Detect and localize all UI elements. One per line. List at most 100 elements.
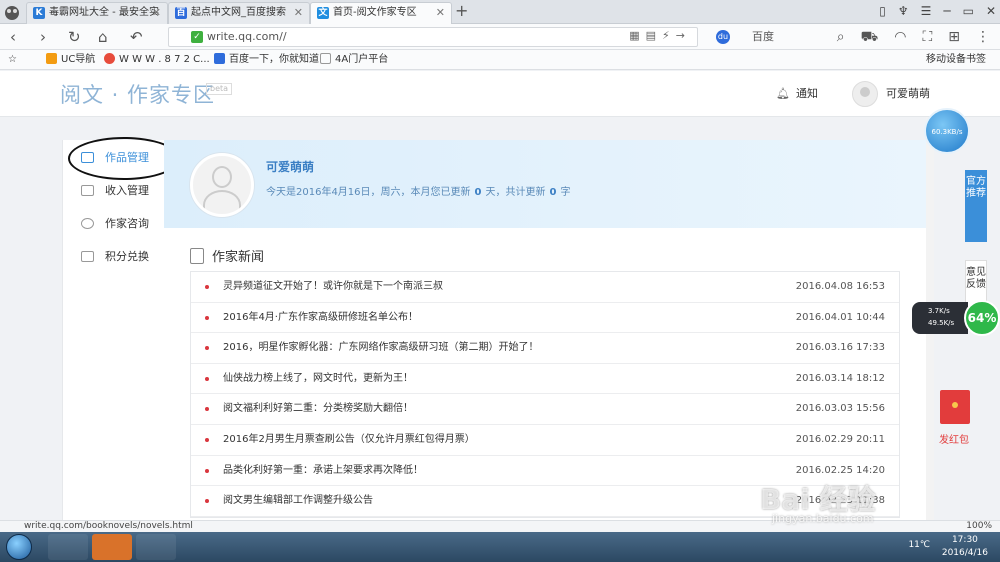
news-item-title[interactable]: 阅文福利利好第二重：分类榜奖励大翻倍！	[223, 394, 413, 424]
bookmark-label: W W W . 8 7 2 C...	[119, 54, 210, 65]
notify-link[interactable]: 🔔︎ 通知	[776, 85, 818, 101]
close-tab-icon[interactable]: ✕	[152, 3, 161, 23]
gift-icon	[81, 251, 94, 262]
minimize-icon[interactable]: ─	[943, 2, 950, 20]
forward-icon[interactable]: ›	[40, 27, 46, 47]
back-icon[interactable]: ‹	[10, 27, 16, 47]
profile-avatar[interactable]	[190, 153, 254, 217]
url-text[interactable]: write.qq.com//	[207, 30, 287, 43]
search-icon[interactable]: ⌕	[837, 27, 845, 47]
news-item-title[interactable]: 仙侠战力榜上线了，网文时代，更新为王！	[223, 364, 413, 394]
official-recommend-tab[interactable]: 官方推荐	[965, 170, 987, 242]
list-item[interactable]: 2016，明星作家孵化器：广东网络作家高级研习班（第二期）开始了！ 2016.03…	[191, 333, 899, 364]
search-engine-box[interactable]: du 百度	[712, 27, 847, 47]
clock-date: 2016/4/16	[941, 548, 988, 558]
address-bar[interactable]: ✓ write.qq.com// ▦▤⚡→	[168, 27, 698, 47]
bullet-icon	[205, 285, 209, 289]
clock-time: 17:30	[951, 535, 978, 545]
undo-close-icon[interactable]: ↶	[130, 27, 143, 47]
sidebar-item-works[interactable]: 作品管理	[63, 146, 165, 170]
bookmark-872c[interactable]: W W W . 8 7 2 C...	[104, 50, 210, 69]
site-logo[interactable]: 阅文 · 作家专区	[60, 79, 215, 109]
page-icon	[320, 53, 331, 64]
uc-nav-icon	[46, 53, 57, 64]
tab-baidu-search[interactable]: 百 起点中文网_百度搜索 ✕	[168, 2, 310, 24]
maximize-icon[interactable]: ▭	[963, 2, 974, 20]
network-monitor[interactable]: 3.7K/s 49.5K/s 64%	[912, 300, 1000, 336]
red-packet-label[interactable]: 发红包	[939, 431, 969, 446]
list-item[interactable]: 2016年2月男生月票查刷公告（仅允许月票红包得月票） 2016.02.29 20…	[191, 425, 899, 456]
header-username: 可爱萌萌	[886, 87, 930, 100]
red-packet-icon[interactable]	[940, 390, 970, 424]
list-item[interactable]: 仙侠战力榜上线了，网文时代，更新为王！ 2016.03.14 18:12	[191, 364, 899, 395]
mobile-bookmarks[interactable]: 移动设备书签	[926, 50, 986, 69]
tab-favicon-icon: K	[33, 7, 45, 19]
update-summary-mid: 天，共计更新	[485, 187, 546, 198]
bookmark-baidu[interactable]: 百度一下，你就知道	[214, 50, 319, 69]
sidebar: 作品管理 收入管理 作家咨询 积分兑换	[62, 140, 164, 520]
tab-label: 毒霸网址大全 - 最安全实	[49, 7, 159, 18]
more-icon[interactable]: ⋮	[976, 27, 990, 47]
bookmark-label: 4A门户平台	[335, 54, 389, 65]
sidebar-item-points[interactable]: 积分兑换	[63, 245, 165, 269]
zoom-level[interactable]: 100%	[966, 521, 992, 532]
uc-browser-logo-icon[interactable]	[2, 2, 22, 22]
news-item-title[interactable]: 品类化利好第一重：承诺上架要求再次降低！	[223, 456, 423, 486]
bullet-icon	[205, 315, 209, 320]
screenshot-icon[interactable]: ⛶	[922, 27, 932, 47]
tab-yuewen-active[interactable]: 文 首页-阅文作家专区 ✕	[310, 2, 452, 24]
new-tab-button[interactable]: +	[455, 2, 468, 20]
skin-icon[interactable]: ♆	[898, 2, 909, 20]
bullet-icon	[205, 346, 209, 351]
address-tools-icon[interactable]: ▦▤⚡→	[629, 29, 691, 42]
menu-icon[interactable]: ☰	[921, 2, 932, 20]
home-icon[interactable]: ⌂	[98, 27, 108, 47]
speed-ball[interactable]: 60.3KB/s	[924, 108, 970, 154]
uc-browser-taskbar-icon[interactable]	[92, 534, 132, 560]
search-engine-label: 百度	[752, 30, 774, 43]
news-section-title: 作家新闻	[190, 246, 264, 265]
news-item-title[interactable]: 2016年4月·广东作家高级研修班名单公布！	[223, 303, 418, 333]
chat-icon	[81, 218, 94, 229]
mobile-bookmarks-label: 移动设备书签	[926, 54, 986, 65]
memory-percent: 64%	[964, 300, 1000, 336]
cart-icon[interactable]: ⛟	[861, 27, 879, 47]
news-item-title[interactable]: 阅文男生编辑部工作调整升级公告	[223, 486, 373, 516]
news-item-title[interactable]: 2016，明星作家孵化器：广东网络作家高级研习班（第二期）开始了！	[223, 333, 538, 363]
qq-taskbar-icon[interactable]	[48, 534, 88, 560]
news-item-title[interactable]: 2016年2月男生月票查刷公告（仅允许月票红包得月票）	[223, 425, 475, 455]
list-item[interactable]: 灵异频道征文开始了！或许你就是下一个南派三叔 2016.04.08 16:53	[191, 272, 899, 303]
watermark-url: jingyan.baidu.com	[772, 512, 874, 525]
header-user[interactable]: 可爱萌萌	[852, 81, 930, 107]
star-icon[interactable]: ☆	[8, 50, 17, 69]
close-tab-icon[interactable]: ✕	[436, 3, 445, 23]
wifi-icon[interactable]: ◠	[894, 27, 906, 47]
system-clock[interactable]: 17:30 2016/4/16	[942, 534, 988, 560]
bullet-icon	[205, 376, 209, 381]
bookmark-4a-portal[interactable]: 4A门户平台	[320, 50, 388, 69]
days-count: 0	[474, 187, 482, 198]
bookmark-uc-nav[interactable]: UC导航	[46, 50, 95, 69]
sidebar-item-label: 收入管理	[105, 184, 149, 197]
paint-taskbar-icon[interactable]	[136, 534, 176, 560]
weather-temp[interactable]: 11℃	[908, 540, 930, 550]
news-item-date: 2016.03.16 17:33	[795, 342, 885, 354]
site-icon	[104, 53, 115, 64]
avatar	[852, 81, 878, 107]
sidebar-item-income[interactable]: 收入管理	[63, 179, 165, 203]
list-item[interactable]: 阅文福利利好第二重：分类榜奖励大翻倍！ 2016.03.03 15:56	[191, 394, 899, 425]
apps-icon[interactable]: ⊞	[948, 27, 960, 47]
start-button-icon[interactable]	[6, 534, 32, 560]
close-tab-icon[interactable]: ✕	[294, 3, 303, 23]
list-item[interactable]: 2016年4月·广东作家高级研修班名单公布！ 2016.04.01 10:44	[191, 303, 899, 334]
bookmark-label: UC导航	[61, 54, 96, 65]
news-item-date: 2016.04.08 16:53	[795, 281, 885, 292]
avatar-head-icon	[212, 166, 232, 188]
sidebar-item-consult[interactable]: 作家咨询	[63, 212, 165, 236]
tab-duba[interactable]: K 毒霸网址大全 - 最安全实 ✕	[26, 2, 168, 24]
refresh-icon[interactable]: ↻	[68, 27, 81, 47]
news-item-title[interactable]: 灵异频道征文开始了！或许你就是下一个南派三叔	[223, 272, 443, 302]
browser-navbar: ‹ › ↻ ⌂ ↶ ✓ write.qq.com// ▦▤⚡→ du 百度 ⌕ …	[0, 24, 1000, 50]
sidebar-toggle-icon[interactable]: ▯	[879, 2, 886, 20]
close-window-icon[interactable]: ✕	[986, 2, 996, 20]
